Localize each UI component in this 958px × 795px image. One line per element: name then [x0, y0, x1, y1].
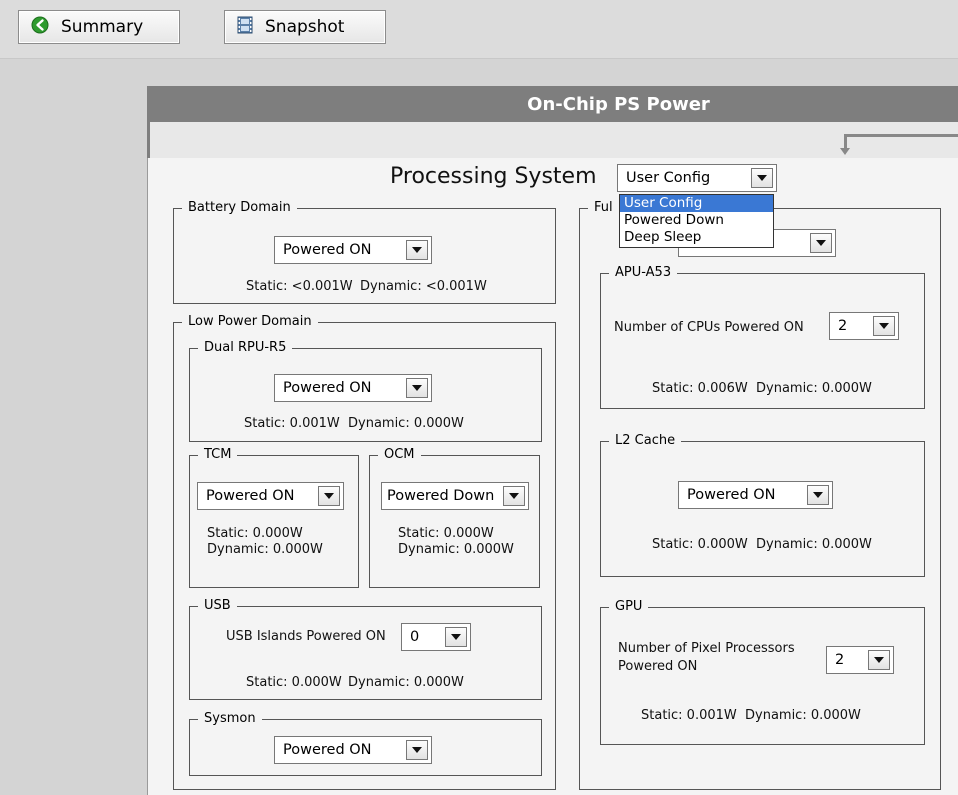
- apu-cpus-label: Number of CPUs Powered ON: [614, 320, 804, 335]
- dropdown-option[interactable]: Powered Down: [620, 212, 773, 229]
- tcm-static: Static: 0.000W: [207, 526, 303, 541]
- ocm-static: Static: 0.000W: [398, 526, 494, 541]
- rpu-power-select[interactable]: Powered ON: [274, 374, 432, 402]
- gpu-pixel-processors-select[interactable]: 2: [826, 646, 894, 674]
- usb-islands-label: USB Islands Powered ON: [226, 629, 386, 644]
- rpu-power-value: Powered ON: [283, 380, 372, 396]
- tcm-power-select[interactable]: Powered ON: [197, 482, 344, 510]
- film-icon: [237, 16, 253, 39]
- rpu-static: Static: 0.001W: [244, 416, 340, 431]
- l2-cache-legend: L2 Cache: [609, 433, 682, 448]
- usb-static: Static: 0.000W: [246, 675, 342, 690]
- dropdown-option[interactable]: User Config: [620, 195, 773, 212]
- connector-line: [844, 134, 958, 137]
- gpu-dynamic: Dynamic: 0.000W: [745, 708, 861, 723]
- sysmon-power-select[interactable]: Powered ON: [274, 736, 432, 764]
- gpu-pixel-processors-value: 2: [835, 652, 845, 668]
- panel-header: On-Chip PS Power: [147, 86, 958, 122]
- l2-cache-power-value: Powered ON: [687, 487, 776, 503]
- low-power-domain-legend: Low Power Domain: [182, 314, 318, 329]
- battery-power-value: Powered ON: [283, 242, 372, 258]
- chevron-down-icon[interactable]: [406, 240, 428, 260]
- ps-config-select[interactable]: User Config: [617, 164, 777, 192]
- summary-button[interactable]: Summary: [18, 10, 180, 44]
- usb-legend: USB: [198, 598, 237, 613]
- chevron-down-icon[interactable]: [868, 650, 890, 670]
- dual-rpu-legend: Dual RPU-R5: [198, 340, 293, 355]
- tcm-legend: TCM: [198, 447, 238, 462]
- ocm-power-select[interactable]: Powered Down: [381, 482, 529, 510]
- dropdown-option[interactable]: Deep Sleep: [620, 229, 773, 246]
- chevron-down-icon[interactable]: [751, 168, 773, 188]
- l2-dynamic: Dynamic: 0.000W: [756, 537, 872, 552]
- summary-label: Summary: [61, 17, 144, 37]
- tcm-dynamic: Dynamic: 0.000W: [207, 542, 323, 557]
- usb-islands-value: 0: [410, 629, 420, 645]
- connector-arrow-icon: [840, 148, 850, 155]
- apu-static: Static: 0.006W: [652, 381, 748, 396]
- gpu-group: GPU: [600, 599, 925, 745]
- battery-dynamic: Dynamic: <0.001W: [360, 279, 487, 294]
- processing-system-title: Processing System: [390, 164, 597, 189]
- ocm-power-value: Powered Down: [387, 488, 495, 504]
- ocm-dynamic: Dynamic: 0.000W: [398, 542, 514, 557]
- back-arrow-icon: [31, 16, 49, 39]
- battery-static: Static: <0.001W: [246, 279, 353, 294]
- chevron-down-icon[interactable]: [807, 485, 829, 505]
- ps-config-dropdown-list: User Config Powered Down Deep Sleep: [619, 194, 774, 248]
- gpu-label-line2: Powered ON: [618, 659, 698, 674]
- usb-dynamic: Dynamic: 0.000W: [348, 675, 464, 690]
- sysmon-legend: Sysmon: [198, 711, 262, 726]
- sysmon-power-value: Powered ON: [283, 742, 372, 758]
- snapshot-label: Snapshot: [265, 17, 345, 37]
- gpu-static: Static: 0.001W: [641, 708, 737, 723]
- l2-static: Static: 0.000W: [652, 537, 748, 552]
- panel-connector-band: [147, 122, 958, 158]
- apu-dynamic: Dynamic: 0.000W: [756, 381, 872, 396]
- gpu-label-line1: Number of Pixel Processors: [618, 641, 795, 656]
- panel-title: On-Chip PS Power: [527, 93, 710, 115]
- gpu-legend: GPU: [609, 599, 649, 614]
- apu-cpus-value: 2: [838, 318, 848, 334]
- chevron-down-icon[interactable]: [318, 486, 340, 506]
- tcm-group: TCM: [189, 447, 359, 588]
- l2-cache-group: L2 Cache: [600, 433, 925, 577]
- rpu-dynamic: Dynamic: 0.000W: [348, 416, 464, 431]
- chevron-down-icon[interactable]: [810, 233, 832, 253]
- ocm-legend: OCM: [378, 447, 421, 462]
- chevron-down-icon[interactable]: [503, 486, 525, 506]
- l2-cache-power-select[interactable]: Powered ON: [678, 481, 833, 509]
- chevron-down-icon[interactable]: [406, 740, 428, 760]
- full-power-domain-legend: Ful: [588, 200, 619, 215]
- snapshot-button[interactable]: Snapshot: [224, 10, 386, 44]
- usb-islands-select[interactable]: 0: [401, 623, 471, 651]
- chevron-down-icon[interactable]: [873, 316, 895, 336]
- chevron-down-icon[interactable]: [445, 627, 467, 647]
- apu-legend: APU-A53: [609, 265, 678, 280]
- battery-power-select[interactable]: Powered ON: [274, 236, 432, 264]
- chevron-down-icon[interactable]: [406, 378, 428, 398]
- tcm-power-value: Powered ON: [206, 488, 295, 504]
- battery-domain-legend: Battery Domain: [182, 200, 297, 215]
- top-toolbar: Summary Snapshot: [0, 0, 958, 59]
- ocm-group: OCM: [369, 447, 540, 588]
- ps-config-value: User Config: [626, 170, 711, 186]
- apu-cpus-select[interactable]: 2: [829, 312, 899, 340]
